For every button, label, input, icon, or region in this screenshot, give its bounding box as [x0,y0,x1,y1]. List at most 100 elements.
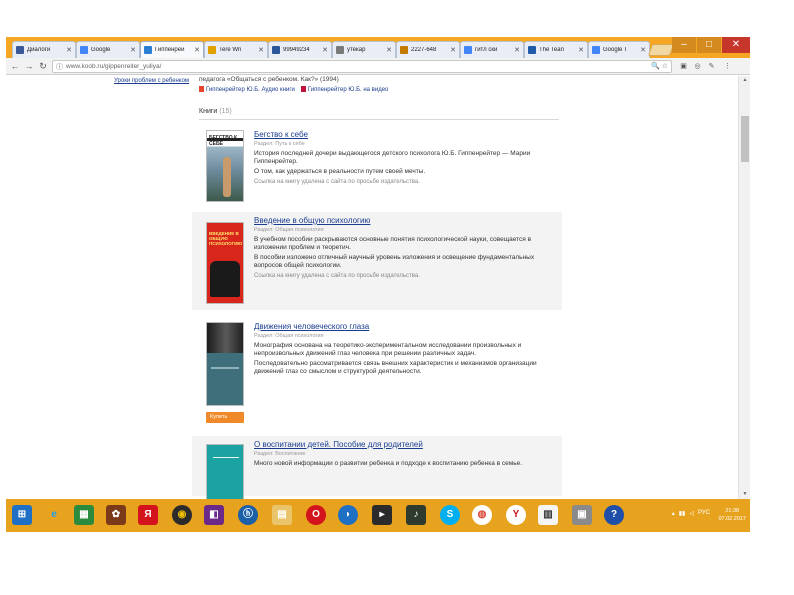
system-tray[interactable]: ▴ ▮▮ ◁ РУС [672,510,710,517]
back-arrow-icon[interactable]: ← [8,59,22,73]
book-item: Купить Движения человеческого глаза Разд… [192,318,562,432]
diskette-icon[interactable]: ▣ [572,505,592,525]
cover-title: БЕГСТВО К СЕБЕ [209,135,238,147]
book-title-link[interactable]: Движения человеческого глаза [254,322,554,332]
tab-favicon-icon [592,46,600,54]
reload-icon[interactable]: ↻ [36,59,50,73]
address-bar[interactable]: ⓘ www.koob.ru/gippenreiter_yuliya/ 🔍 ☆ [52,60,672,73]
buy-button[interactable]: Купить [206,412,244,423]
yandex-icon[interactable]: Я [138,505,158,525]
book-title-link[interactable]: Бегство к себе [254,130,554,140]
tab-label: Гиппенрей [155,47,185,53]
network-icon[interactable]: ▮▮ [679,510,686,517]
close-window-button[interactable]: ✕ [722,37,750,53]
tab-1[interactable]: Google ✕ [76,41,140,58]
scroll-down-icon[interactable]: ▼ [739,490,750,499]
cover-line [211,367,239,369]
maximize-button[interactable]: □ [697,37,721,53]
scroll-thumb[interactable] [741,116,749,162]
book-removed-note: Ссылка на книгу удалена с сайта по прось… [254,179,420,185]
tab-bar: Диалоги ✕ Google ✕ Гиппенрей ✕ Tere Wri … [6,37,750,58]
audio-books-label: Гиппенрейтер Ю.Б. Аудио книги [206,87,295,93]
tab-label: 99949234 [283,47,310,53]
book-cover[interactable] [206,444,244,499]
menu-icon[interactable]: ⋮ [722,61,733,72]
tab-close-icon[interactable]: ✕ [194,46,200,54]
winamp-icon[interactable]: ♪ [406,505,426,525]
skype-icon[interactable]: S [440,505,460,525]
clock-time: 21:38 [725,508,740,514]
tab-close-icon[interactable]: ✕ [578,46,584,54]
book-title-link[interactable]: Введение в общую психологию [254,216,554,226]
chrome-icon[interactable]: ◍ [472,505,492,525]
tab-favicon-icon [400,46,408,54]
left-nav-link[interactable]: Уроки проблем с ребенком [114,78,194,85]
books-count: (15) [219,108,232,115]
forward-arrow-icon[interactable]: → [22,59,36,73]
bookmark-star-icon[interactable]: 🔍 ☆ [651,62,668,70]
tab-label: утекар [347,47,366,53]
tab-close-icon[interactable]: ✕ [450,46,456,54]
tab-favicon-icon [528,46,536,54]
tab-6[interactable]: 2227-648 ✕ [396,41,460,58]
tab-9[interactable]: Google T ✕ [588,41,650,58]
vertical-scrollbar[interactable]: ▲ ▼ [738,76,750,499]
tab-7[interactable]: гитл ски ✕ [460,41,524,58]
book-cover[interactable]: ВВЕДЕНИЕ В ОБЩУЮ ПСИХОЛОГИЮ [206,222,244,304]
extension-icon[interactable]: ◎ [692,61,703,72]
media-player-icon[interactable]: ◉ [172,505,192,525]
opera-icon[interactable]: O [306,505,326,525]
extension-icon[interactable]: ✎ [706,61,717,72]
minimize-button[interactable]: – [672,37,696,53]
start-button-icon[interactable]: ⊞ [12,505,32,525]
divider [199,119,559,120]
volume-icon[interactable]: ◁ [689,510,694,517]
book-info: О воспитании детей. Пособие для родителе… [254,440,554,468]
tab-5[interactable]: утекар ✕ [332,41,396,58]
scroll-up-icon[interactable]: ▲ [739,76,750,85]
tab-label: Диалоги [27,47,51,53]
lync-icon[interactable]: ◗ [338,505,358,525]
tab-close-icon[interactable]: ✕ [66,46,72,54]
download-links: Гиппенрейтер Ю.Б. Аудио книги Гиппенрейт… [199,86,562,95]
tab-2-active[interactable]: Гиппенрей ✕ [140,41,204,58]
audio-books-link[interactable]: Гиппенрейтер Ю.Б. Аудио книги [199,86,295,95]
tab-close-icon[interactable]: ✕ [130,46,136,54]
clipboard-icon[interactable]: ▥ [538,505,558,525]
tray-arrow-icon[interactable]: ▴ [672,510,675,517]
file-explorer-icon[interactable]: ▤ [272,505,292,525]
tab-4[interactable]: 99949234 ✕ [268,41,332,58]
book-title-link[interactable]: О воспитании детей. Пособие для родителе… [254,440,554,450]
tab-0[interactable]: Диалоги ✕ [12,41,76,58]
tab-close-icon[interactable]: ✕ [322,46,328,54]
book-description-2: Последовательно рассматривается связь вн… [254,360,537,375]
yandex-browser-icon[interactable]: Y [506,505,526,525]
internet-explorer-icon[interactable]: e [44,505,64,525]
tab-3[interactable]: Tere Wri ✕ [204,41,268,58]
language-indicator[interactable]: РУС [698,510,710,517]
remote-desktop-icon[interactable]: ◧ [204,505,224,525]
clock[interactable]: 21:38 07.02.2017 [718,507,746,523]
tab-close-icon[interactable]: ✕ [386,46,392,54]
hp-icon[interactable]: ⓗ [238,505,258,525]
extension-icon[interactable]: ▣ [678,61,689,72]
new-tab-button[interactable] [647,44,675,56]
calculator-icon[interactable]: ▦ [74,505,94,525]
help-icon[interactable]: ? [604,505,624,525]
tab-favicon-icon [336,46,344,54]
tab-close-icon[interactable]: ✕ [258,46,264,54]
tab-favicon-icon [464,46,472,54]
player-icon[interactable]: ▸ [372,505,392,525]
tab-favicon-icon [272,46,280,54]
video-link[interactable]: Гиппенрейтер Ю.Б. на видео [300,86,388,95]
book-cover[interactable] [206,322,244,406]
book-section: Раздел: Воспитание [254,451,306,457]
tab-close-icon[interactable]: ✕ [640,46,646,54]
photos-icon[interactable]: ✿ [106,505,126,525]
tab-favicon-icon [144,46,152,54]
tab-8[interactable]: The Tean ✕ [524,41,588,58]
cover-photo [207,323,243,353]
book-cover[interactable]: БЕГСТВО К СЕБЕ [206,130,244,202]
info-icon[interactable]: ⓘ [56,62,63,72]
tab-close-icon[interactable]: ✕ [514,46,520,54]
